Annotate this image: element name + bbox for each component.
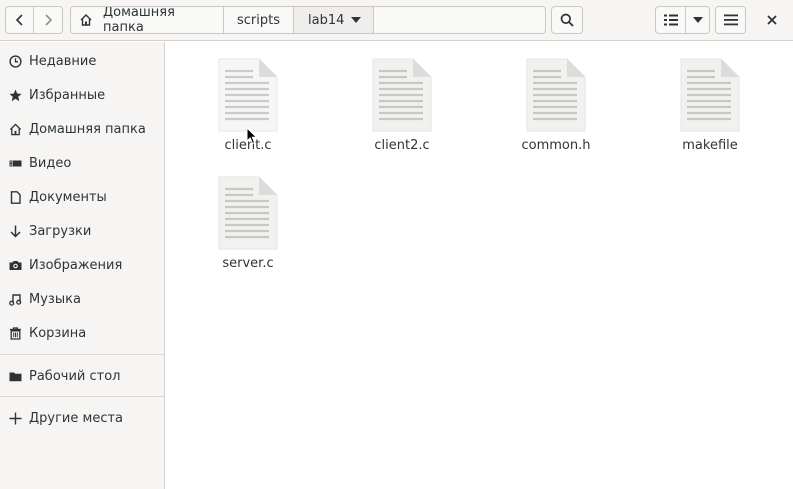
file-item[interactable]: server.c bbox=[188, 160, 308, 271]
video-icon bbox=[8, 156, 22, 170]
sidebar-item-recent[interactable]: Недавние bbox=[0, 44, 164, 78]
sidebar-separator bbox=[0, 396, 164, 397]
list-view-icon bbox=[663, 14, 678, 26]
sidebar-item-label: Изображения bbox=[29, 257, 123, 273]
search-icon bbox=[560, 13, 574, 27]
trash-icon bbox=[8, 326, 22, 340]
file-name: client2.c bbox=[374, 138, 430, 153]
text-file-icon bbox=[217, 175, 279, 251]
file-item[interactable]: common.h bbox=[496, 42, 616, 153]
close-icon bbox=[767, 15, 777, 25]
sidebar-item-starred[interactable]: Избранные bbox=[0, 78, 164, 112]
document-icon bbox=[8, 190, 22, 204]
music-icon bbox=[8, 292, 22, 306]
path-crumb-current[interactable]: lab14 bbox=[294, 7, 374, 33]
forward-button[interactable] bbox=[34, 6, 63, 34]
sidebar-item-label: Домашняя папка bbox=[29, 121, 146, 137]
sidebar-item-desktop[interactable]: Рабочий стол bbox=[0, 359, 164, 393]
sidebar-item-label: Документы bbox=[29, 189, 107, 205]
folder-icon bbox=[8, 369, 22, 383]
path-entry-field[interactable] bbox=[373, 6, 546, 34]
text-file-icon bbox=[217, 57, 279, 133]
sidebar-item-label: Музыка bbox=[29, 291, 81, 307]
star-icon bbox=[8, 88, 22, 102]
sidebar-item-label: Корзина bbox=[29, 325, 87, 341]
sidebar-item-pictures[interactable]: Изображения bbox=[0, 248, 164, 282]
text-file-icon bbox=[525, 57, 587, 133]
triangle-down-icon bbox=[692, 17, 703, 23]
text-file-icon bbox=[371, 57, 433, 133]
back-button[interactable] bbox=[5, 6, 34, 34]
hamburger-menu-icon bbox=[723, 14, 738, 26]
close-window-button[interactable] bbox=[757, 6, 787, 34]
path-crumb-scripts-label: scripts bbox=[237, 12, 280, 28]
view-options-button[interactable] bbox=[686, 6, 710, 34]
home-icon bbox=[8, 122, 22, 136]
places-sidebar: Недавние Избранные Домашняя папка Видео … bbox=[0, 42, 165, 489]
search-button[interactable] bbox=[551, 6, 583, 34]
chevron-right-icon bbox=[43, 14, 53, 26]
list-view-button[interactable] bbox=[655, 6, 686, 34]
path-crumb-home-label: Домашняя папка bbox=[103, 6, 175, 34]
mouse-pointer-icon bbox=[246, 127, 258, 145]
sidebar-item-other-locations[interactable]: Другие места bbox=[0, 401, 164, 435]
file-item[interactable]: client2.c bbox=[342, 42, 462, 153]
sidebar-item-downloads[interactable]: Загрузки bbox=[0, 214, 164, 248]
triangle-down-icon[interactable] bbox=[351, 17, 361, 23]
clock-icon bbox=[8, 54, 22, 68]
sidebar-item-label: Избранные bbox=[29, 87, 106, 103]
sidebar-item-music[interactable]: Музыка bbox=[0, 282, 164, 316]
home-icon bbox=[79, 13, 93, 27]
file-name: makefile bbox=[682, 138, 738, 153]
camera-icon bbox=[8, 258, 22, 272]
path-bar: Домашняя папка scripts lab14 bbox=[70, 6, 375, 34]
sidebar-item-label: Недавние bbox=[29, 53, 97, 69]
text-file-icon bbox=[679, 57, 741, 133]
path-crumb-home[interactable]: Домашняя папка bbox=[71, 7, 224, 33]
chevron-left-icon bbox=[15, 14, 25, 26]
plus-icon bbox=[8, 411, 22, 425]
sidebar-item-label: Рабочий стол bbox=[29, 368, 121, 384]
sidebar-item-label: Другие места bbox=[29, 410, 124, 426]
sidebar-item-videos[interactable]: Видео bbox=[0, 146, 164, 180]
file-name: common.h bbox=[521, 138, 591, 153]
path-crumb-scripts[interactable]: scripts bbox=[224, 7, 294, 33]
file-name: server.c bbox=[222, 256, 274, 271]
file-item[interactable]: makefile bbox=[650, 42, 770, 153]
sidebar-separator bbox=[0, 354, 164, 355]
header-bar: Домашняя папка scripts lab14 bbox=[0, 0, 793, 41]
sidebar-item-trash[interactable]: Корзина bbox=[0, 316, 164, 350]
path-crumb-current-label: lab14 bbox=[308, 12, 345, 28]
sidebar-item-home[interactable]: Домашняя папка bbox=[0, 112, 164, 146]
sidebar-item-label: Видео bbox=[29, 155, 72, 171]
download-icon bbox=[8, 224, 22, 238]
sidebar-item-documents[interactable]: Документы bbox=[0, 180, 164, 214]
file-view: client.c client2.c common.h makefile ser… bbox=[165, 42, 793, 489]
main-menu-button[interactable] bbox=[715, 6, 746, 34]
sidebar-item-label: Загрузки bbox=[29, 223, 92, 239]
